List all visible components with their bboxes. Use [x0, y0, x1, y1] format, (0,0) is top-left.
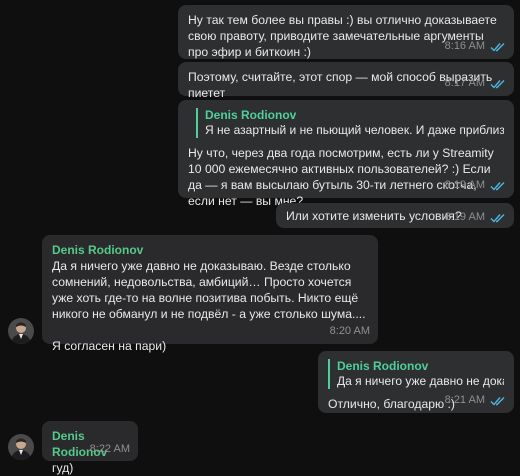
chat-history: Ну так тем более вы правы :) вы отлично … [0, 0, 520, 475]
quote-sender: Denis Rodionov [337, 359, 429, 373]
message-time: 8:19 AM [444, 179, 485, 191]
quote-sender: Denis Rodionov [205, 108, 297, 122]
message-text: гуд) [52, 461, 74, 475]
outgoing-reply-message[interactable]: Denis Rodionov Да я ничего уже давно не … [318, 351, 514, 413]
message-time: 8:16 AM [444, 40, 485, 52]
outgoing-message[interactable]: Поэтому, считайте, этот спор — мой спосо… [178, 62, 514, 100]
incoming-message[interactable]: Denis Rodionov гуд) 8:22 AM [42, 421, 138, 475]
double-check-icon [490, 213, 505, 223]
outgoing-reply-message[interactable]: Denis Rodionov Я не азартный и не пьющий… [178, 100, 514, 208]
double-check-icon [490, 79, 505, 89]
user-avatar[interactable] [8, 318, 34, 344]
outgoing-message[interactable]: Или хотите изменить условия? 8:19 AM [276, 203, 514, 228]
double-check-icon [490, 181, 505, 191]
double-check-icon [490, 42, 505, 52]
avatar-image [8, 434, 34, 460]
quote-text: Да я ничего уже давно не доказ [337, 374, 504, 388]
outgoing-message[interactable]: Ну так тем более вы правы :) вы отлично … [178, 5, 514, 59]
reply-quote[interactable]: Denis Rodionov Я не азартный и не пьющий… [196, 108, 504, 138]
sender-name[interactable]: Denis Rodionov [52, 242, 368, 258]
message-meta: 8:19 AM [445, 179, 506, 192]
message-meta: 8:19 AM [445, 211, 506, 224]
message-meta: 8:20 AM [330, 325, 370, 338]
double-check-icon [490, 396, 505, 406]
message-text: Ну что, через два года посмотрим, есть л… [188, 146, 498, 208]
incoming-message[interactable]: Denis Rodionov Да я ничего уже давно не … [42, 235, 378, 353]
message-time: 8:22 AM [89, 443, 130, 455]
message-time: 8:19 AM [444, 211, 485, 223]
message-time: 8:21 AM [444, 394, 485, 406]
message-meta: 8:16 AM [445, 40, 506, 53]
message-time: 8:20 AM [329, 325, 370, 337]
message-meta: 8:21 AM [445, 394, 506, 407]
message-text: Да я ничего уже давно не доказываю. Везд… [52, 259, 366, 353]
message-time: 8:17 AM [444, 77, 485, 89]
user-avatar[interactable] [8, 434, 34, 460]
avatar-image [8, 318, 34, 344]
message-meta: 8:17 AM [445, 77, 506, 90]
quote-text: Я не азартный и не пьющий человек. И даж… [205, 123, 504, 137]
reply-quote[interactable]: Denis Rodionov Да я ничего уже давно не … [328, 359, 504, 389]
message-meta: 8:22 AM [90, 443, 130, 456]
